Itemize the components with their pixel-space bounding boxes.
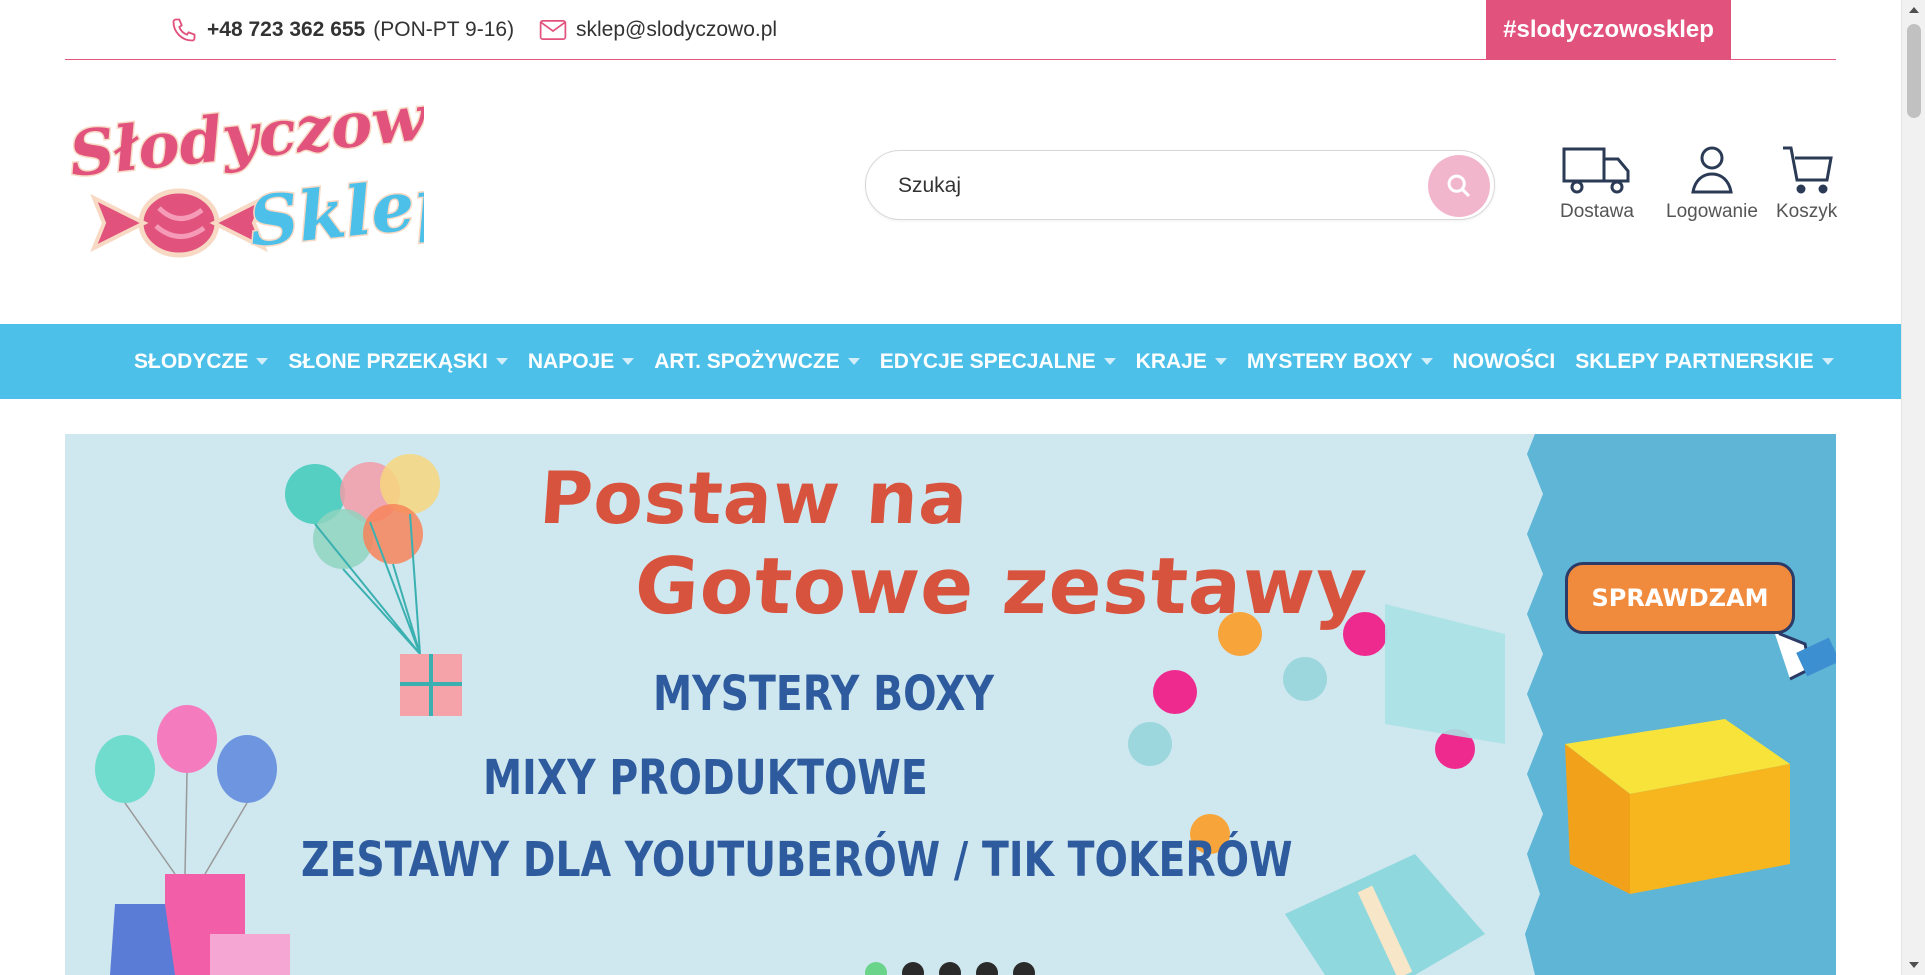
main-navigation: SŁODYCZE SŁONE PRZEKĄSKI NAPOJE ART. SPO… bbox=[0, 324, 1901, 399]
mail-icon bbox=[538, 16, 568, 44]
chevron-down-icon bbox=[1214, 358, 1227, 365]
nav-item-label: SŁONE PRZEKĄSKI bbox=[288, 349, 488, 373]
nav-item-kraje[interactable]: KRAJE bbox=[1136, 350, 1227, 374]
gift-balloons-icon bbox=[95, 705, 290, 975]
top-bar: +48 723 362 655 (PON-PT 9-16) sklep@slod… bbox=[65, 0, 1836, 60]
nav-item-slone-przekaski[interactable]: SŁONE PRZEKĄSKI bbox=[288, 350, 508, 374]
nav-item-napoje[interactable]: NAPOJE bbox=[527, 349, 635, 374]
nav-item-label: MYSTERY BOXY bbox=[1246, 349, 1413, 373]
scroll-down-arrow-icon[interactable] bbox=[1909, 962, 1919, 968]
search-input[interactable] bbox=[898, 169, 1378, 203]
cart-icon bbox=[1782, 146, 1833, 194]
cart-link[interactable]: Koszyk bbox=[1776, 145, 1837, 223]
hashtag-banner[interactable]: #slodyczowosklep bbox=[1486, 0, 1731, 60]
exploding-gift-icon bbox=[1128, 604, 1505, 975]
hero-line-mystery-boxy: MYSTERY BOXY bbox=[653, 666, 995, 722]
chevron-down-icon bbox=[1420, 358, 1433, 365]
search-button[interactable] bbox=[1428, 155, 1490, 217]
phone-contact[interactable]: +48 723 362 655 (PON-PT 9-16) bbox=[169, 16, 514, 44]
site-logo[interactable]: Słodyczowo Sklep bbox=[64, 75, 471, 268]
hero-line-mixy: MIXY PRODUKTOWE bbox=[483, 750, 928, 806]
chevron-down-icon bbox=[1103, 358, 1116, 365]
hero-banner[interactable]: Postaw na Gotowe zestawy MYSTERY BOXY MI… bbox=[65, 434, 1836, 975]
nav-item-label: NOWOŚCI bbox=[1452, 349, 1556, 373]
nav-item-label: NAPOJE bbox=[527, 349, 615, 373]
nav-item-art-spozywcze[interactable]: ART. SPOŻYWCZE bbox=[654, 350, 860, 374]
search-bar bbox=[865, 150, 1495, 220]
nav-item-nowosci[interactable]: NOWOŚCI bbox=[1453, 350, 1556, 374]
nav-item-label: SKLEPY PARTNERSKIE bbox=[1575, 349, 1814, 373]
nav-item-label: SŁODYCZE bbox=[134, 349, 249, 373]
hero-cta-button[interactable]: SPRAWDZAM bbox=[1565, 562, 1795, 634]
scroll-up-arrow-icon[interactable] bbox=[1909, 7, 1919, 13]
hero-headline-1: Postaw na bbox=[537, 456, 972, 540]
candy-icon bbox=[90, 188, 268, 258]
hero-headline-2: Gotowe zestawy bbox=[631, 542, 1371, 632]
hero-line-zestawy: ZESTAWY DLA YOUTUBERÓW / TIK TOKERÓW bbox=[301, 832, 1293, 888]
nav-item-label: EDYCJE SPECJALNE bbox=[879, 349, 1096, 373]
nav-item-edycje-specjalne[interactable]: EDYCJE SPECJALNE bbox=[880, 350, 1116, 374]
user-icon bbox=[1691, 146, 1733, 194]
nav-item-mystery-boxy[interactable]: MYSTERY BOXY bbox=[1247, 350, 1433, 374]
chevron-down-icon bbox=[256, 358, 269, 365]
search-icon bbox=[1447, 174, 1470, 197]
chevron-down-icon bbox=[622, 358, 635, 365]
delivery-label: Dostawa bbox=[1560, 201, 1634, 222]
slider-dot-5[interactable] bbox=[1013, 962, 1035, 975]
slider-dots bbox=[865, 962, 1035, 975]
slider-dot-2[interactable] bbox=[902, 962, 924, 975]
slider-dot-4[interactable] bbox=[976, 962, 998, 975]
scrollbar-thumb[interactable] bbox=[1907, 24, 1921, 118]
treasure-box-icon bbox=[1565, 719, 1790, 894]
nav-item-slodycze[interactable]: SŁODYCZE bbox=[134, 349, 269, 374]
opening-hours: (PON-PT 9-16) bbox=[373, 18, 515, 41]
nav-item-label: ART. SPOŻYWCZE bbox=[654, 349, 840, 373]
login-label: Logowanie bbox=[1666, 201, 1758, 222]
vertical-scrollbar[interactable] bbox=[1901, 0, 1925, 975]
cart-label: Koszyk bbox=[1776, 201, 1838, 222]
logo-text-sklep: Sklep bbox=[245, 161, 424, 263]
delivery-link[interactable]: Dostawa bbox=[1560, 145, 1634, 223]
nav-item-sklepy-partnerskie[interactable]: SKLEPY PARTNERSKIE bbox=[1575, 349, 1834, 374]
slider-dot-1[interactable] bbox=[865, 962, 887, 975]
slider-dot-3[interactable] bbox=[939, 962, 961, 975]
chevron-down-icon bbox=[847, 358, 860, 365]
login-link[interactable]: Logowanie bbox=[1666, 145, 1758, 223]
chevron-down-icon bbox=[1821, 358, 1834, 365]
balloons-icon bbox=[285, 454, 462, 716]
phone-number[interactable]: +48 723 362 655 bbox=[207, 18, 365, 42]
nav-item-label: KRAJE bbox=[1135, 349, 1207, 373]
chevron-down-icon bbox=[495, 358, 508, 365]
email-contact[interactable]: sklep@slodyczowo.pl bbox=[538, 16, 777, 44]
email-address[interactable]: sklep@slodyczowo.pl bbox=[576, 18, 777, 42]
phone-icon bbox=[169, 16, 199, 44]
truck-icon bbox=[1562, 147, 1630, 194]
